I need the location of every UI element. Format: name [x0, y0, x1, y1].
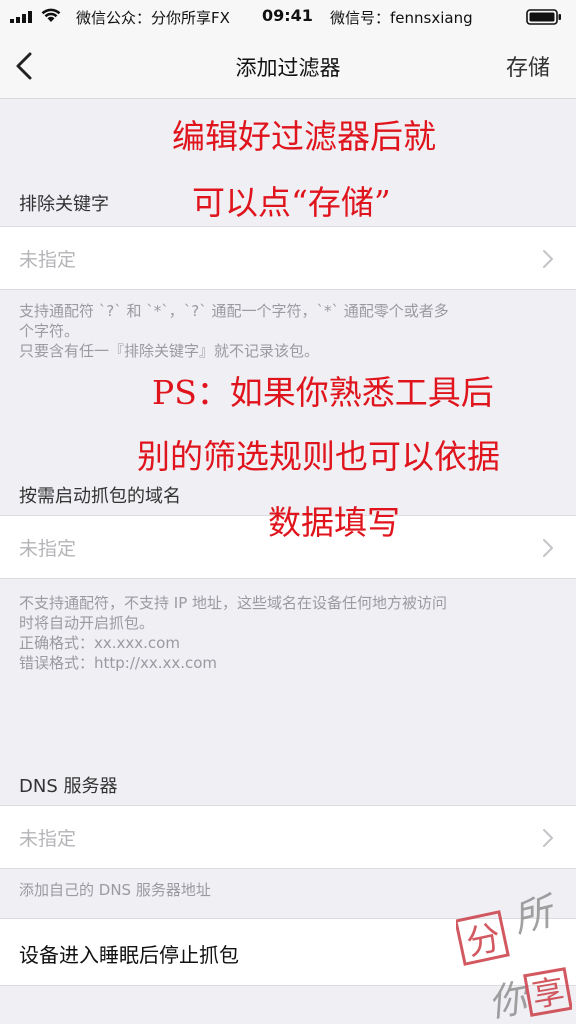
save-button[interactable]: 存储: [506, 50, 550, 82]
annotation-line-3: PS：如果你熟悉工具后: [152, 373, 494, 412]
stop-capture-on-sleep-label: 设备进入睡眠后停止抓包: [19, 943, 239, 967]
capture-domains-value: 未指定: [19, 538, 77, 560]
exclude-keywords-header: 排除关键字: [19, 194, 109, 215]
navigation-bar: 添加过滤器 存储: [0, 34, 576, 99]
status-bar: 微信公众：分你所享FX 09:41 微信号：fennsxiang: [0, 0, 576, 34]
dns-server-header: DNS 服务器: [19, 776, 118, 797]
carrier-text: 微信公众：分你所享FX: [76, 9, 230, 27]
capture-domains-header: 按需启动抓包的域名: [19, 486, 181, 507]
exclude-keywords-footnote: 支持通配符 `?` 和 `*`，`?` 通配一个字符，`*` 通配零个或者多 个…: [19, 301, 559, 361]
signal-icon: [10, 11, 32, 23]
wifi-icon: [41, 8, 61, 22]
footnote-line: 错误格式：http://xx.xx.com: [19, 654, 218, 672]
chevron-right-icon: [543, 829, 553, 847]
exclude-keywords-value: 未指定: [19, 249, 77, 271]
footnote-line: 不支持通配符，不支持 IP 地址，这些域名在设备任何地方被访问: [19, 594, 448, 612]
battery-icon: [526, 9, 561, 25]
footnote-line: 个字符。: [19, 322, 80, 340]
stop-capture-on-sleep-row[interactable]: 设备进入睡眠后停止抓包: [0, 918, 576, 986]
annotation-line-4: 别的筛选规则也可以依据: [137, 437, 500, 476]
wechat-id-text: 微信号：fennsxiang: [330, 9, 473, 27]
annotation-line-2: 可以点“存储”: [192, 183, 391, 222]
footnote-line: 支持通配符 `?` 和 `*`，`?` 通配一个字符，`*` 通配零个或者多: [19, 302, 449, 320]
capture-domains-footnote: 不支持通配符，不支持 IP 地址，这些域名在设备任何地方被访问 时将自动开启抓包…: [19, 593, 559, 673]
chevron-left-icon: [16, 52, 32, 80]
page-title: 添加过滤器: [235, 56, 341, 80]
footnote-line: 只要含有任一『排除关键字』就不记录该包。: [19, 342, 320, 360]
exclude-keywords-row[interactable]: 未指定: [0, 226, 576, 290]
capture-domains-row[interactable]: 未指定: [0, 515, 576, 579]
dns-server-footnote: 添加自己的 DNS 服务器地址: [19, 880, 559, 900]
dns-server-row[interactable]: 未指定: [0, 805, 576, 869]
footnote-line: 添加自己的 DNS 服务器地址: [19, 881, 211, 899]
clock: 09:41: [262, 6, 313, 25]
footnote-line: 正确格式：xx.xxx.com: [19, 634, 180, 652]
annotation-line-1: 编辑好过滤器后就: [172, 117, 436, 156]
dns-server-value: 未指定: [19, 828, 77, 850]
chevron-right-icon: [543, 250, 553, 268]
chevron-right-icon: [543, 539, 553, 557]
footnote-line: 时将自动开启抓包。: [19, 614, 155, 632]
back-button[interactable]: [6, 44, 46, 88]
